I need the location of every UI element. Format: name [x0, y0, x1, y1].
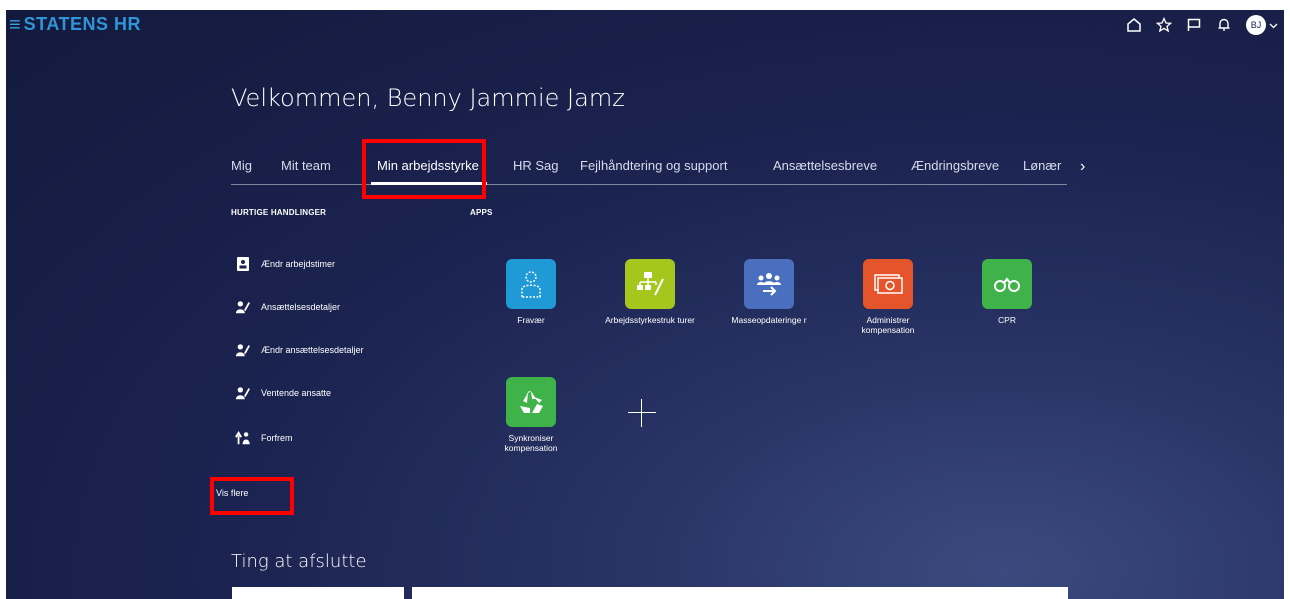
tab-fejlhaandtering[interactable]: Fejlhåndtering og support: [580, 158, 727, 173]
tab-hr-sag[interactable]: HR Sag: [513, 158, 559, 173]
top-icons: BJ: [1126, 15, 1278, 35]
quick-action-item[interactable]: Ansættelsesdetaljer: [235, 299, 340, 315]
tab-loenaendringer[interactable]: Lønær: [1023, 158, 1061, 173]
apps-title: APPS: [470, 208, 493, 217]
avatar[interactable]: BJ: [1246, 15, 1266, 35]
bell-icon[interactable]: [1216, 17, 1232, 33]
quick-action-label: Ændr arbejdstimer: [261, 259, 336, 269]
user-menu[interactable]: BJ: [1246, 15, 1278, 35]
add-app-icon[interactable]: [627, 398, 657, 428]
app-cpr[interactable]: CPR: [962, 259, 1052, 325]
quick-action-item[interactable]: Ændr arbejdstimer: [235, 256, 335, 272]
group-update-icon: [744, 259, 794, 309]
tab-aendringsbreve[interactable]: Ændringsbreve: [911, 158, 999, 173]
app-label: Arbejdsstyrkestruk turer: [605, 315, 695, 325]
quick-action-label: Ændr ansættelsesdetaljer: [261, 345, 364, 355]
app-synkroniser-kompensation[interactable]: Synkroniser kompensation: [486, 377, 576, 453]
highlight-box: [210, 477, 294, 515]
tab-ansaettelsesbreve[interactable]: Ansættelsesbreve: [773, 158, 877, 173]
tab-mig[interactable]: Mig: [231, 158, 252, 173]
app-arbejdsstyrkestrukturer[interactable]: Arbejdsstyrkestruk turer: [605, 259, 695, 325]
app-fravaer[interactable]: Fravær: [486, 259, 576, 325]
promote-icon: [235, 430, 251, 446]
app-label: Fravær: [517, 315, 545, 325]
quick-actions-title: HURTIGE HANDLINGER: [231, 208, 327, 217]
person-edit-icon: [235, 342, 251, 358]
app-label: Administrer kompensation: [861, 315, 915, 335]
section-title: Ting at afslutte: [231, 551, 367, 572]
star-icon[interactable]: [1156, 17, 1172, 33]
home-icon[interactable]: [1126, 17, 1142, 33]
app-administrer-kompensation[interactable]: Administrer kompensation: [843, 259, 933, 335]
money-icon: [863, 259, 913, 309]
quick-action-label: Ventende ansatte: [261, 388, 332, 398]
app-frame: ≡ STATENS HR BJ Velkommen, Benny Jammie …: [6, 10, 1284, 599]
quick-action-item[interactable]: Ændr ansættelsesdetaljer: [235, 342, 364, 358]
id-badge-icon: [235, 256, 251, 272]
tab-mit-team[interactable]: Mit team: [281, 158, 331, 173]
chevron-right-icon[interactable]: ›: [1080, 158, 1085, 176]
task-card[interactable]: [412, 587, 1068, 599]
highlight-box: [362, 139, 486, 199]
quick-action-item[interactable]: Ventende ansatte: [235, 385, 331, 401]
app-label: Masseopdateringe r: [731, 315, 807, 325]
task-card[interactable]: [232, 587, 404, 599]
app-label: CPR: [998, 315, 1016, 325]
tab-bar: Mig Mit team Min arbejdsstyrke HR Sag Fe…: [231, 154, 1067, 185]
app-label: Synkroniser kompensation: [504, 433, 558, 453]
app-masseopdateringer[interactable]: Masseopdateringe r: [724, 259, 814, 325]
hamburger-icon[interactable]: ≡: [9, 15, 21, 35]
quick-action-label: Forfrem: [261, 433, 293, 443]
recycle-icon: [506, 377, 556, 427]
quick-action-item[interactable]: Forfrem: [235, 430, 293, 446]
brand-logo[interactable]: STATENS HR: [24, 14, 141, 35]
brand-bar: ≡ STATENS HR: [9, 14, 141, 35]
org-chart-icon: [625, 259, 675, 309]
chevron-down-icon[interactable]: [1269, 21, 1278, 30]
person-outline-icon: [506, 259, 556, 309]
flag-icon[interactable]: [1186, 17, 1202, 33]
binoculars-icon: [982, 259, 1032, 309]
person-edit-icon: [235, 299, 251, 315]
quick-action-label: Ansættelsesdetaljer: [261, 302, 341, 312]
page-title: Velkommen, Benny Jammie Jamz: [231, 84, 625, 112]
person-edit-icon: [235, 385, 251, 401]
